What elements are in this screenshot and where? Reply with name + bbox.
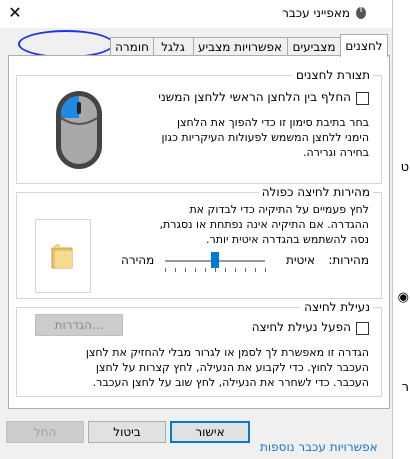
mouse-illustration-icon [56, 91, 102, 169]
cancel-button[interactable]: ביטול [88, 421, 166, 443]
speed-label: מהירות: [328, 253, 369, 267]
slider-tick [235, 268, 236, 272]
title-bar: ✕ מאפייני עכבר [0, 0, 392, 28]
description-line: העכבר. כדי לשחרר את הנעילה, לחץ שוב על ל… [92, 376, 369, 389]
slider-tick [185, 268, 186, 272]
folder-icon[interactable] [50, 242, 76, 270]
swap-buttons-checkbox[interactable] [356, 92, 369, 105]
speed-slider-thumb[interactable] [211, 252, 219, 268]
double-click-group: מהירות לחיצה כפולה לחץ פעמיים על התיקיה … [16, 185, 382, 299]
tab-wheel[interactable]: גלגל [152, 37, 194, 56]
click-lock-group: נעילת לחיצה הפעל נעילת לחיצה הגדרות... ה… [16, 300, 382, 397]
tab-strip: לחצנים מצביעים אפשרויות מצביע גלגל חומרה [8, 34, 388, 57]
background-radio: ◉ [397, 290, 409, 305]
slider-tick [195, 268, 196, 272]
slider-tick [175, 268, 176, 272]
description-line: בחירה וגרירה. [303, 146, 369, 159]
slider-tick [205, 268, 206, 272]
description-line: הגדרה זו מאפשרת לך לסמן או לגרור מבלי לה… [85, 346, 369, 359]
test-area[interactable] [35, 219, 91, 293]
close-button[interactable]: ✕ [6, 4, 24, 22]
tab-hardware[interactable]: חומרה [110, 37, 154, 56]
description-line: ההגדרה. אם התיקיה אינה נפתחת או נסגרת, [159, 218, 369, 231]
background-glyph: ר [401, 380, 409, 395]
tab-buttons[interactable]: לחצנים [340, 34, 388, 57]
description-line: נסה להשתמש בהגדרה איטית יותר. [206, 233, 369, 246]
more-mouse-options-link[interactable]: אפשרויות עכבר נוספות [260, 440, 378, 454]
slider-tick [165, 268, 166, 272]
ok-button[interactable]: אישור [170, 421, 250, 443]
mouse-icon [356, 7, 366, 19]
group-title: מהירות לחיצה כפולה [258, 185, 373, 199]
apply-button[interactable]: החל [6, 421, 84, 443]
tab-panel: תצורת לחצנים החלף בין הלחצן הראשי ללחצן … [8, 55, 390, 409]
tab-pointer-options[interactable]: אפשרויות מצביע [192, 37, 288, 56]
window-title: מאפייני עכבר [282, 6, 350, 20]
click-lock-label[interactable]: הפעל נעילת לחיצה [252, 320, 351, 334]
slider-tick [245, 268, 246, 272]
slider-tick [225, 268, 226, 272]
description-line: העכבר לחוץ. כדי לקבוע את הנעילה, לחץ קצר… [95, 361, 369, 374]
slider-tick [255, 268, 256, 272]
description-line: בחר בתיבת סימון זו כדי להפוך את הלחצן [177, 116, 369, 129]
background-glyph: ט [400, 160, 409, 175]
slow-label: איטית [285, 253, 315, 267]
description-line: לחץ פעמיים על התיקיה כדי לבדוק את [189, 203, 369, 216]
swap-buttons-label[interactable]: החלף בין הלחצן הראשי ללחצן המשני [158, 90, 351, 104]
background-window: ט ◉ ר [392, 0, 410, 459]
group-title: נעילת לחיצה [301, 300, 373, 314]
group-title: תצורת לחצנים [293, 68, 373, 82]
tab-pointers[interactable]: מצביעים [286, 37, 342, 56]
slider-tick [265, 268, 266, 272]
description-line: הימני ללחצן המשמש לפעולות העיקריות כגון [161, 131, 369, 144]
fast-label: מהירה [121, 253, 155, 267]
click-lock-settings-button[interactable]: הגדרות... [35, 314, 123, 336]
click-lock-checkbox[interactable] [356, 322, 369, 335]
slider-tick [215, 268, 216, 272]
buttons-config-group: תצורת לחצנים החלף בין הלחצן הראשי ללחצן … [16, 68, 382, 184]
